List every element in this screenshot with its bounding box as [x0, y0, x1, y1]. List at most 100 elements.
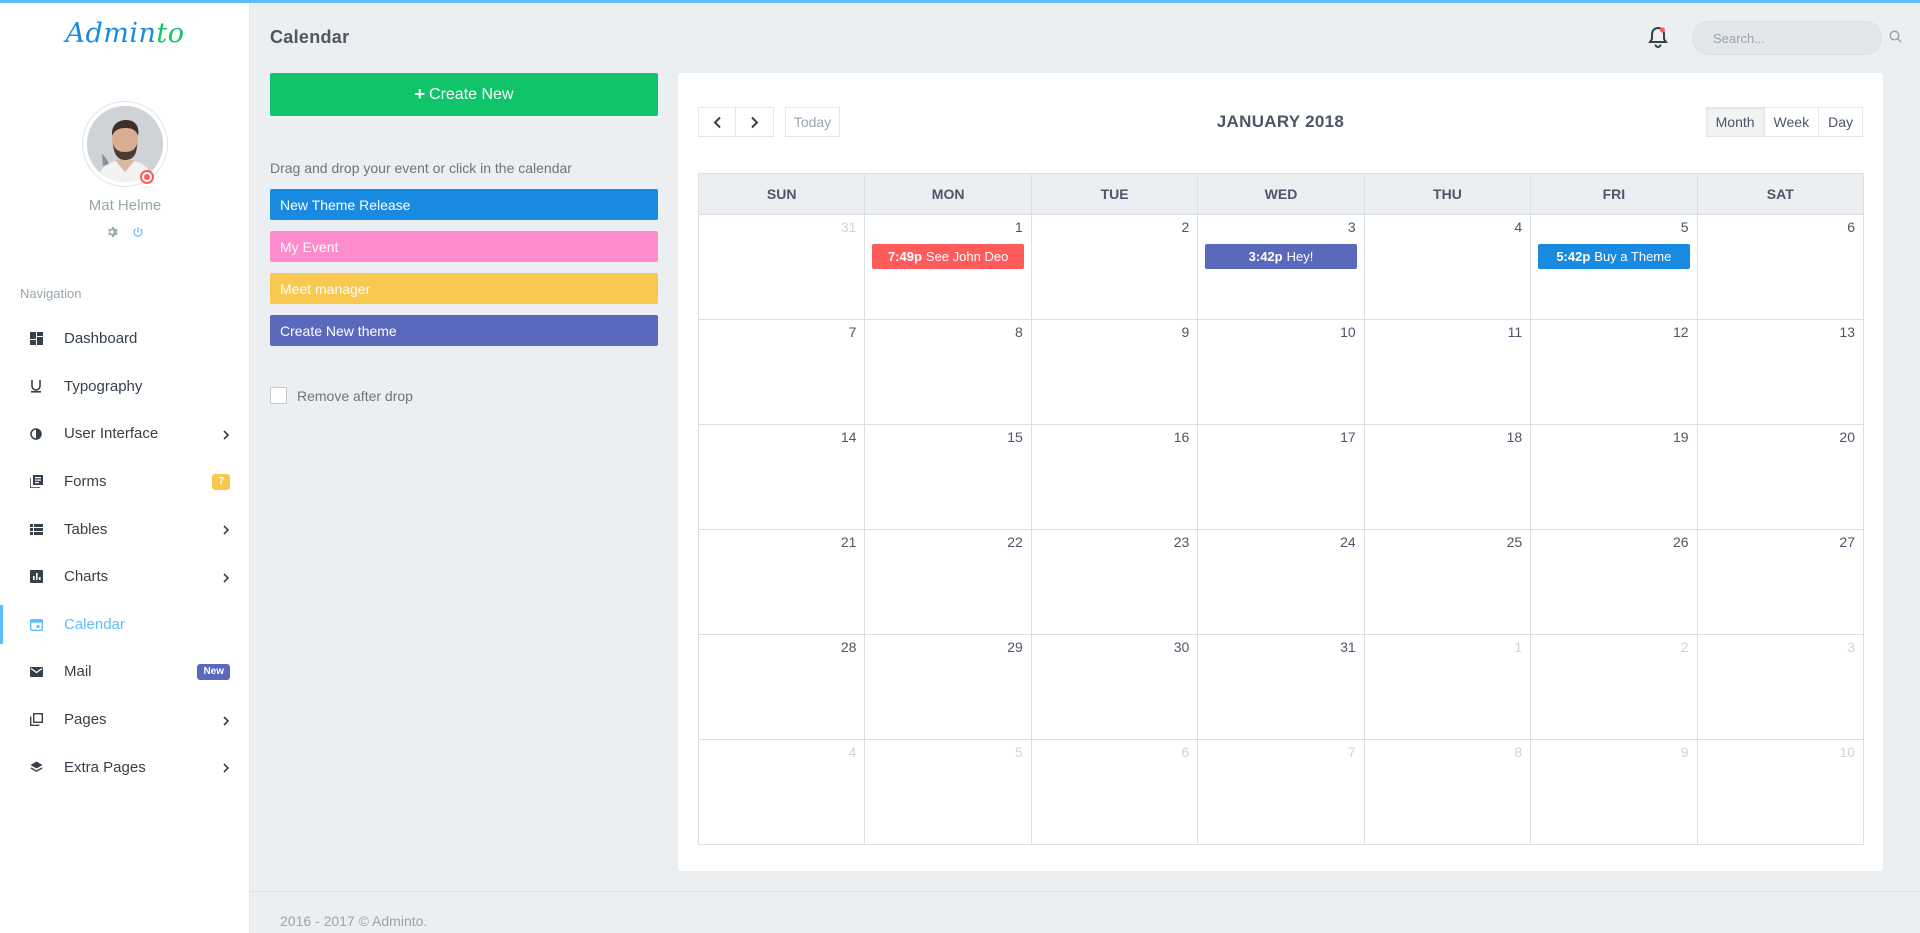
day-number[interactable]: 26 — [1673, 534, 1689, 550]
calendar-day-cell[interactable]: 5 — [865, 740, 1032, 845]
day-number[interactable]: 5 — [1681, 219, 1689, 235]
day-number[interactable]: 5 — [1015, 744, 1023, 760]
day-number[interactable]: 9 — [1181, 324, 1189, 340]
day-number[interactable]: 10 — [1340, 324, 1356, 340]
calendar-day-cell[interactable]: 11 — [1364, 320, 1532, 425]
day-number[interactable]: 9 — [1681, 744, 1689, 760]
remove-after-drop-checkbox[interactable] — [270, 387, 287, 404]
calendar-day-cell[interactable]: 30 — [1031, 635, 1199, 740]
sidebar-item-charts[interactable]: Charts — [0, 553, 250, 601]
day-number[interactable]: 3 — [1847, 639, 1855, 655]
sidebar-item-forms[interactable]: Forms 7 — [0, 458, 250, 506]
calendar-day-cell[interactable]: 10 — [1697, 740, 1864, 845]
calendar-day-cell[interactable]: 31 — [1198, 635, 1365, 740]
day-number[interactable]: 20 — [1839, 429, 1855, 445]
calendar-day-cell[interactable]: 9 — [1531, 740, 1698, 845]
search-icon[interactable] — [1889, 30, 1902, 46]
calendar-day-cell[interactable]: 17 — [1198, 425, 1365, 530]
calendar-day-cell[interactable]: 9 — [1031, 320, 1199, 425]
external-event[interactable]: Meet manager — [270, 273, 658, 304]
calendar-day-cell[interactable]: 16 — [1031, 425, 1199, 530]
day-number[interactable]: 28 — [841, 639, 857, 655]
calendar-day-cell[interactable]: 8 — [1364, 740, 1532, 845]
external-event[interactable]: My Event — [270, 231, 658, 262]
week-view-button[interactable]: Week — [1764, 107, 1820, 137]
calendar-day-cell[interactable]: 26 — [1531, 530, 1698, 635]
day-number[interactable]: 22 — [1007, 534, 1023, 550]
day-number[interactable]: 8 — [1514, 744, 1522, 760]
day-number[interactable]: 24 — [1340, 534, 1356, 550]
day-number[interactable]: 19 — [1673, 429, 1689, 445]
user-name[interactable]: Mat Helme — [0, 197, 250, 214]
calendar-day-cell[interactable]: 4 — [699, 740, 866, 845]
calendar-day-cell[interactable]: 1 7:49p See John Deo — [865, 215, 1032, 320]
day-number[interactable]: 12 — [1673, 324, 1689, 340]
calendar-day-cell[interactable]: 1 — [1364, 635, 1532, 740]
sidebar-item-calendar[interactable]: Calendar — [0, 601, 250, 649]
day-number[interactable]: 31 — [841, 219, 857, 235]
calendar-event[interactable]: 7:49p See John Deo — [872, 244, 1024, 269]
external-event[interactable]: New Theme Release — [270, 189, 658, 220]
month-view-button[interactable]: Month — [1705, 107, 1765, 137]
sidebar-item-typography[interactable]: Typography — [0, 363, 250, 411]
calendar-day-cell[interactable]: 8 — [865, 320, 1032, 425]
calendar-day-cell[interactable]: 6 — [1697, 215, 1864, 320]
user-avatar[interactable] — [82, 101, 168, 187]
day-number[interactable]: 7 — [849, 324, 857, 340]
day-number[interactable]: 4 — [1514, 219, 1522, 235]
calendar-day-cell[interactable]: 3 — [1697, 635, 1864, 740]
day-number[interactable]: 11 — [1508, 324, 1523, 340]
calendar-day-cell[interactable]: 23 — [1031, 530, 1199, 635]
day-number[interactable]: 14 — [841, 429, 857, 445]
calendar-day-cell[interactable]: 29 — [865, 635, 1032, 740]
calendar-day-cell[interactable]: 12 — [1531, 320, 1698, 425]
calendar-day-cell[interactable]: 24 — [1198, 530, 1365, 635]
create-new-button[interactable]: + Create New — [270, 73, 658, 116]
day-number[interactable]: 15 — [1007, 429, 1023, 445]
calendar-event[interactable]: 5:42p Buy a Theme — [1538, 244, 1690, 269]
sidebar-item-extra-pages[interactable]: Extra Pages — [0, 743, 250, 791]
day-number[interactable]: 3 — [1348, 219, 1356, 235]
calendar-day-cell[interactable]: 3 3:42p Hey! — [1198, 215, 1365, 320]
day-number[interactable]: 10 — [1839, 744, 1855, 760]
calendar-event[interactable]: 3:42p Hey! — [1205, 244, 1357, 269]
search-input[interactable] — [1713, 30, 1889, 46]
gear-icon[interactable] — [106, 225, 118, 241]
day-number[interactable]: 29 — [1007, 639, 1023, 655]
calendar-day-cell[interactable]: 21 — [699, 530, 866, 635]
calendar-day-cell[interactable]: 25 — [1364, 530, 1532, 635]
day-number[interactable]: 21 — [841, 534, 857, 550]
calendar-day-cell[interactable]: 5 5:42p Buy a Theme — [1531, 215, 1698, 320]
sidebar-item-pages[interactable]: Pages — [0, 696, 250, 744]
day-number[interactable]: 31 — [1340, 639, 1356, 655]
day-number[interactable]: 13 — [1839, 324, 1855, 340]
day-number[interactable]: 2 — [1181, 219, 1189, 235]
bell-icon[interactable] — [1648, 26, 1668, 51]
sidebar-item-tables[interactable]: Tables — [0, 505, 250, 553]
calendar-day-cell[interactable]: 14 — [699, 425, 866, 530]
day-number[interactable]: 18 — [1507, 429, 1523, 445]
calendar-day-cell[interactable]: 19 — [1531, 425, 1698, 530]
day-number[interactable]: 1 — [1015, 219, 1023, 235]
external-event[interactable]: Create New theme — [270, 315, 658, 346]
day-number[interactable]: 4 — [849, 744, 857, 760]
calendar-day-cell[interactable]: 28 — [699, 635, 866, 740]
day-number[interactable]: 17 — [1340, 429, 1356, 445]
day-number[interactable]: 23 — [1174, 534, 1190, 550]
sidebar-item-dashboard[interactable]: Dashboard — [0, 315, 250, 363]
calendar-day-cell[interactable]: 18 — [1364, 425, 1532, 530]
day-number[interactable]: 6 — [1181, 744, 1189, 760]
day-number[interactable]: 2 — [1681, 639, 1689, 655]
day-number[interactable]: 7 — [1348, 744, 1356, 760]
day-number[interactable]: 27 — [1839, 534, 1855, 550]
calendar-day-cell[interactable]: 27 — [1697, 530, 1864, 635]
sidebar-item-user-interface[interactable]: User Interface — [0, 410, 250, 458]
calendar-day-cell[interactable]: 20 — [1697, 425, 1864, 530]
calendar-day-cell[interactable]: 10 — [1198, 320, 1365, 425]
calendar-day-cell[interactable]: 22 — [865, 530, 1032, 635]
calendar-day-cell[interactable]: 31 — [699, 215, 866, 320]
calendar-day-cell[interactable]: 2 — [1531, 635, 1698, 740]
calendar-day-cell[interactable]: 6 — [1031, 740, 1199, 845]
next-month-button[interactable] — [736, 107, 774, 137]
logo[interactable]: Adminto — [0, 18, 250, 49]
